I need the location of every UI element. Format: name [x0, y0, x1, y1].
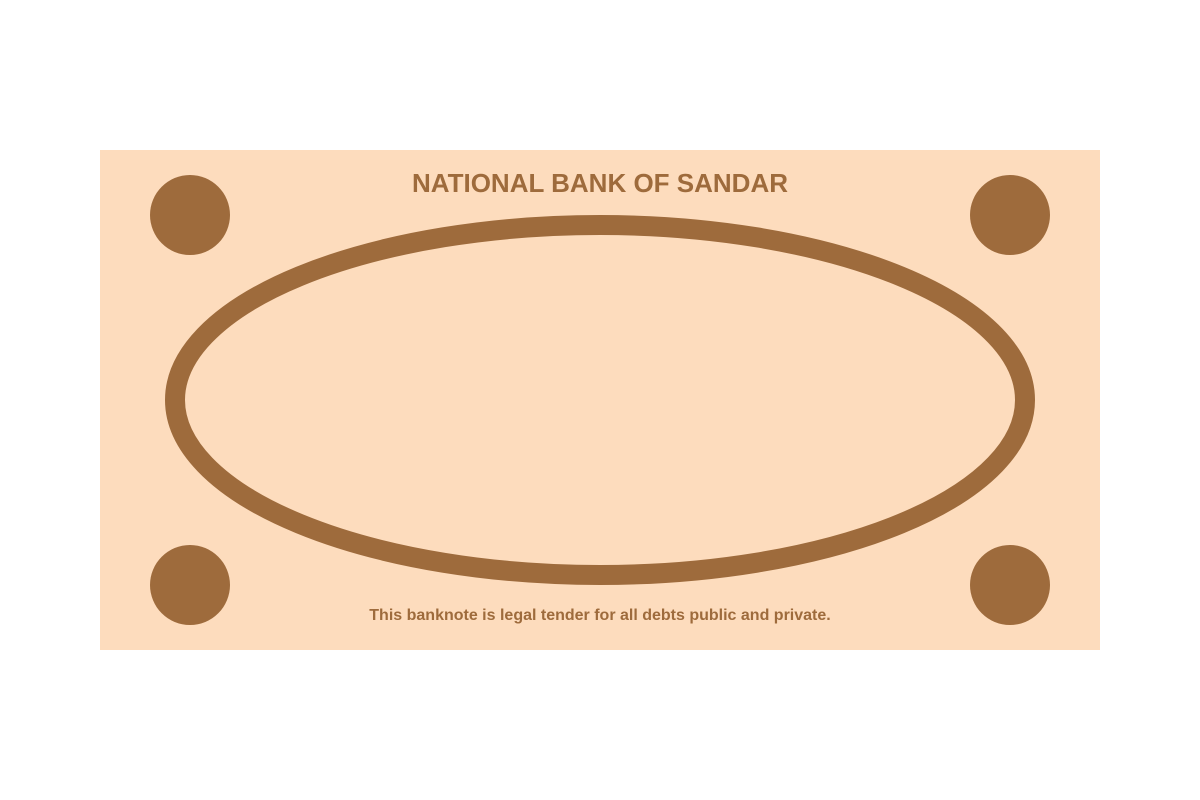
bank-name: NATIONAL BANK OF SANDAR	[411, 168, 789, 198]
canvas: NATIONAL BANK OF SANDAR This banknote is…	[0, 0, 1200, 800]
banknote-artwork	[150, 175, 1050, 625]
banknote: NATIONAL BANK OF SANDAR This banknote is…	[100, 150, 1100, 650]
central-oval-frame	[165, 215, 1035, 585]
legal-tender-text: This banknote is legal tender for all de…	[369, 607, 831, 624]
